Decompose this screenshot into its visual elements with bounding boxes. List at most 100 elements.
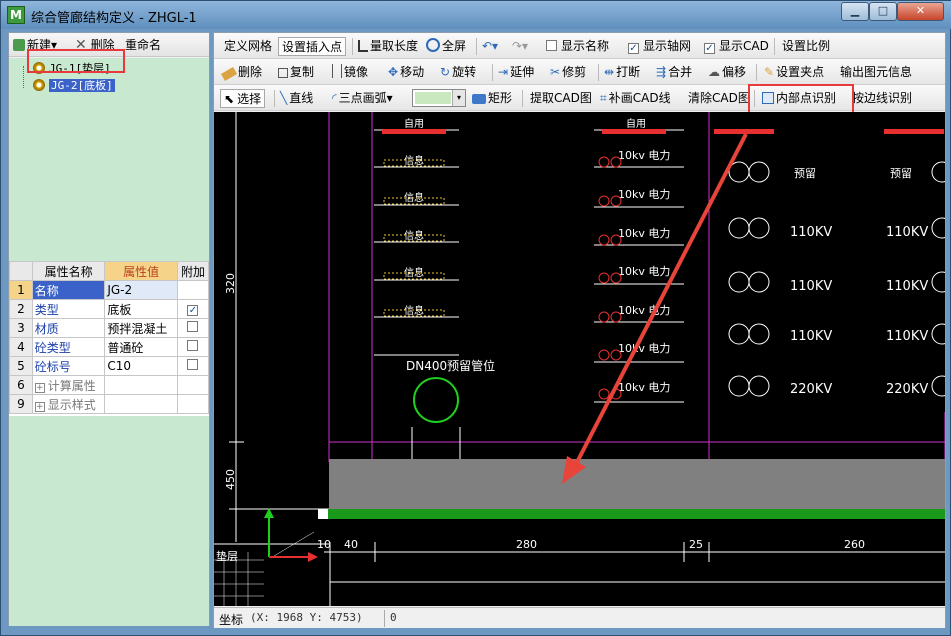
chevron-down-icon: ▾ [452, 90, 465, 106]
redraw-cad-button[interactable]: ⌗ 补画CAD线 [600, 89, 671, 108]
tray-label-10kv-2: 10kv 电力 [618, 188, 670, 201]
show-cad-label: 显示CAD [719, 39, 769, 53]
property-row[interactable]: 2 类型 底板 ✓ [9, 299, 210, 319]
property-name: 砼标号 [31, 356, 106, 376]
delete-tool-button[interactable]: 删除 [220, 63, 263, 82]
extra-checkbox[interactable] [187, 340, 199, 351]
trim-button[interactable]: ✂ 修剪 [550, 63, 586, 82]
show-name-toggle[interactable]: 显示名称 [546, 37, 609, 56]
show-axis-toggle[interactable]: ✓ 显示轴网 [628, 37, 691, 56]
clear-cad-button[interactable]: 清除CAD图 [688, 89, 750, 108]
copy-label: 复制 [290, 65, 315, 79]
extract-cad-button[interactable]: 提取CAD图 [530, 89, 592, 108]
mirror-button[interactable]: 镜像 [332, 63, 368, 82]
property-row[interactable]: 5 砼标号 C10 [9, 356, 210, 376]
base-layer[interactable] [318, 509, 945, 519]
measure-label: 量取长度 [370, 39, 419, 53]
property-row[interactable]: 9 + 显示样式 [9, 394, 210, 414]
property-name: + 显示样式 [31, 394, 106, 414]
extend-icon: ⇥ [498, 65, 509, 79]
floor-slab[interactable] [329, 459, 945, 509]
expand-icon[interactable]: + [34, 382, 45, 393]
arc3-button[interactable]: ◜ 三点画弧▾ [332, 89, 393, 108]
show-cad-checkbox[interactable]: ✓ [704, 43, 715, 54]
property-row[interactable]: 3 材质 预拌混凝土 [9, 318, 210, 338]
property-header-row: 属性名称 属性值 附加 [9, 261, 210, 281]
break-button[interactable]: ⇹ 打断 [604, 63, 640, 82]
maximize-button[interactable]: □ [869, 2, 897, 21]
property-row[interactable]: 6 + 计算属性 [9, 375, 210, 395]
property-name: 砼类型 [31, 337, 106, 357]
property-name: + 计算属性 [31, 375, 106, 395]
status-divider [384, 610, 385, 627]
property-name: 类型 [31, 299, 106, 319]
fullscreen-label: 全屏 [442, 39, 467, 53]
extra-checkbox[interactable] [187, 321, 199, 332]
rotate-button[interactable]: ↻ 旋转 [440, 63, 476, 82]
property-value[interactable]: C10 [104, 356, 178, 376]
extend-button[interactable]: ⇥ 延伸 [498, 63, 534, 82]
minimize-button[interactable]: ▁ [841, 2, 869, 21]
merge-button[interactable]: ⇶ 合并 [656, 63, 692, 82]
property-value[interactable]: 预拌混凝土 [104, 318, 178, 338]
redo-button[interactable]: ↷▾ [512, 37, 528, 56]
rect-button[interactable]: 矩形 [472, 89, 512, 108]
property-row[interactable]: 4 砼类型 普通砼 [9, 337, 210, 357]
tree-item-jg2[interactable]: JG-2[底板] [33, 78, 115, 94]
set-clamp-button[interactable]: ✎ 设置夹点 [764, 63, 824, 82]
property-value[interactable]: 普通砼 [104, 337, 178, 357]
delete-tool-label: 删除 [238, 65, 263, 79]
rename-button[interactable]: 重命名 [125, 36, 161, 54]
extra-checkbox[interactable] [187, 359, 199, 370]
toolbar-separator [476, 38, 477, 55]
copy-button[interactable]: 复制 [278, 63, 314, 82]
extra-cell [176, 280, 210, 300]
kv110-label-3: 110KV [790, 279, 832, 294]
expand-icon[interactable]: + [34, 401, 45, 412]
tree-item-label: JG-2[底板] [49, 79, 115, 92]
tray-label-ziyong-2: 自用 [626, 117, 646, 130]
measure-length-button[interactable]: 量取长度 [358, 37, 418, 56]
property-row[interactable]: 1 名称 JG-2 [9, 280, 210, 300]
define-grid-button[interactable]: 定义网格 [224, 37, 272, 56]
offset-button[interactable]: ☁ 偏移 [708, 63, 746, 82]
dim-320-label: 320 [224, 273, 237, 294]
kv110-label-2: 110KV [886, 225, 928, 240]
tray-label-10kv-7: 10kv 电力 [618, 381, 670, 394]
extra-checkbox[interactable]: ✓ [187, 305, 199, 316]
set-insert-point-button[interactable]: 设置插入点 [278, 37, 347, 56]
dim-10-label: 10 [317, 538, 331, 551]
row-number: 3 [9, 318, 33, 338]
select-button[interactable]: ⬉ 选择 [220, 89, 266, 108]
trim-icon: ✂ [550, 65, 561, 79]
mirror-icon [332, 64, 342, 78]
rect-icon [472, 94, 486, 104]
tree-selection-highlight [27, 49, 125, 73]
dn400-label: DN400预留管位 [406, 358, 495, 373]
move-label: 移动 [400, 65, 425, 79]
color-select[interactable]: ▾ [412, 89, 466, 107]
show-axis-checkbox[interactable]: ✓ [628, 43, 639, 54]
toolbar-separator [492, 64, 493, 81]
show-name-checkbox[interactable] [546, 40, 557, 51]
offset-icon: ☁ [708, 65, 720, 79]
tray-label-10kv-1: 10kv 电力 [618, 149, 670, 162]
arc-icon: ◜ [332, 91, 337, 105]
undo-button[interactable]: ↶▾ [482, 37, 498, 56]
by-edge-button[interactable]: 按边线识别 [852, 89, 912, 108]
reserve-label-2: 预留 [890, 167, 912, 180]
export-info-button[interactable]: 输出图元信息 [840, 63, 912, 82]
kv110-label-1: 110KV [790, 225, 832, 240]
line-button[interactable]: ╲ 直线 [280, 89, 313, 108]
property-value[interactable]: JG-2 [104, 280, 178, 300]
header-value: 属性值 [104, 261, 178, 281]
close-button[interactable]: ✕ [897, 2, 944, 21]
break-icon: ⇹ [604, 65, 615, 79]
show-cad-toggle[interactable]: ✓ 显示CAD [704, 37, 769, 56]
cad-canvas[interactable]: 320 450 自用 信息 信息 信息 信息 信息 DN400预留管位 自用 1… [214, 112, 945, 606]
move-button[interactable]: ✥ 移动 [388, 63, 424, 82]
rect-label: 矩形 [488, 91, 513, 105]
set-scale-button[interactable]: 设置比例 [782, 37, 830, 56]
property-value[interactable]: 底板 [104, 299, 178, 319]
fullscreen-button[interactable]: 全屏 [426, 37, 466, 56]
